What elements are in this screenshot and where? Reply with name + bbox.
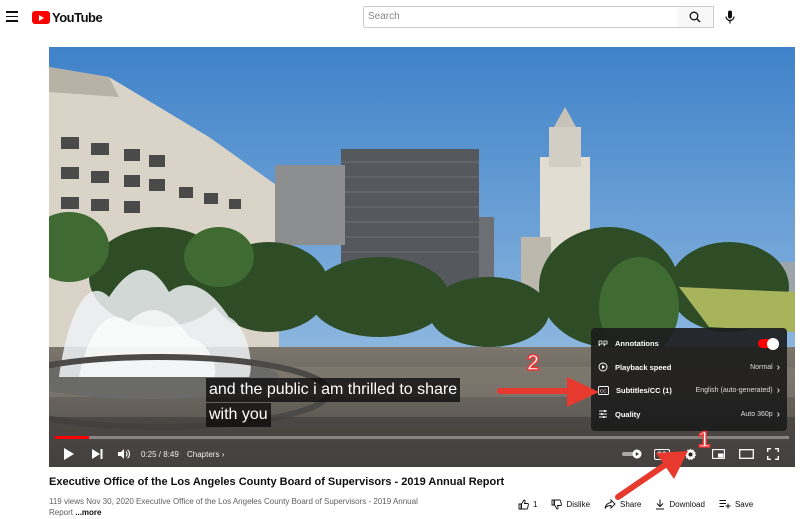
hamburger-menu-icon[interactable]	[6, 11, 18, 22]
play-icon	[64, 448, 74, 460]
settings-item-value: Normal	[750, 363, 773, 371]
annotation-number-1: 1	[697, 426, 711, 453]
settings-item-label: Quality	[615, 409, 641, 419]
caption-line: with you	[206, 403, 271, 427]
chevron-right-icon: ›	[776, 385, 780, 397]
theater-mode-icon	[738, 449, 754, 459]
chevron-right-icon: ›	[776, 408, 780, 420]
share-label: Share	[620, 499, 642, 509]
annotation-arrow-1	[615, 451, 688, 500]
settings-item-quality[interactable]: Quality Auto 360p ›	[591, 403, 787, 427]
chapters-label: Chapters	[187, 450, 220, 459]
share-icon	[604, 499, 616, 509]
view-count: 119 views	[49, 497, 84, 506]
settings-item-annotations[interactable]: Annotations	[591, 332, 787, 356]
download-icon	[656, 499, 665, 509]
settings-item-subtitles[interactable]: CC Subtitles/CC (1) English (auto-genera…	[591, 379, 787, 403]
annotation-number-2: 2	[526, 349, 540, 376]
fullscreen-button[interactable]	[765, 445, 781, 463]
settings-item-playback-speed[interactable]: Playback speed Normal ›	[591, 356, 787, 380]
save-label: Save	[734, 499, 754, 509]
download-label: Download	[669, 499, 705, 509]
share-button[interactable]: Share	[604, 499, 641, 509]
logo-wordmark: YouTube	[52, 10, 103, 25]
video-player[interactable]: and the public i am thrilled to share wi…	[49, 47, 795, 467]
annotations-toggle[interactable]	[758, 337, 779, 350]
next-button[interactable]	[89, 445, 105, 463]
settings-item-label: Playback speed	[615, 362, 672, 372]
search-button[interactable]	[677, 6, 714, 28]
video-description[interactable]: 119 views Nov 30, 2020 Executive Office …	[49, 496, 419, 518]
masthead: YouTube Search	[0, 0, 802, 36]
chevron-right-icon: ›	[776, 361, 780, 373]
show-more-link[interactable]: ...more	[75, 508, 101, 517]
settings-item-value: English (auto-generated)	[695, 387, 773, 395]
skip-next-icon	[91, 449, 102, 459]
progress-bar[interactable]	[55, 436, 789, 439]
save-button[interactable]: Save	[719, 499, 753, 509]
annotations-icon	[598, 340, 608, 346]
volume-button[interactable]	[116, 445, 132, 463]
settings-item-label: Annotations	[615, 339, 659, 349]
time-display: 0:25 / 8:49	[141, 450, 179, 459]
like-count: 1	[533, 499, 538, 509]
chapters-button[interactable]: Chapters ›	[187, 450, 224, 459]
fullscreen-icon	[767, 448, 779, 460]
theater-mode-button[interactable]	[737, 445, 755, 463]
voice-search-button[interactable]	[722, 8, 738, 26]
caption-line: and the public i am thrilled to share	[206, 378, 461, 402]
settings-menu: Annotations Playback speed Normal › CC S…	[591, 328, 787, 431]
play-button[interactable]	[61, 445, 77, 463]
publish-date: Nov 30, 2020	[86, 497, 134, 506]
youtube-logo[interactable]: YouTube	[32, 10, 103, 25]
miniplayer-icon	[711, 449, 725, 459]
thumbs-down-icon	[552, 499, 563, 509]
search-input[interactable]: Search	[363, 6, 678, 28]
youtube-play-icon	[32, 11, 50, 24]
dislike-button[interactable]: Dislike	[551, 499, 590, 510]
video-actions: 1 Dislike Share Download Save	[518, 497, 767, 511]
like-button[interactable]: 1	[518, 499, 537, 510]
microphone-icon	[725, 10, 735, 24]
dislike-label: Dislike	[566, 499, 591, 509]
settings-item-label: Subtitles/CC (1)	[616, 386, 672, 396]
video-title: Executive Office of the Los Angeles Coun…	[49, 476, 505, 488]
closed-captions: and the public i am thrilled to share wi…	[206, 378, 461, 428]
thumbs-up-icon	[518, 499, 529, 509]
search-icon	[689, 11, 701, 23]
playback-speed-icon	[598, 362, 608, 372]
download-button[interactable]: Download	[655, 499, 705, 510]
settings-item-value: Auto 360p	[740, 410, 773, 418]
miniplayer-button[interactable]	[710, 445, 726, 463]
volume-icon	[118, 449, 130, 459]
playlist-add-icon	[719, 500, 731, 509]
annotation-arrow-2	[497, 377, 599, 407]
progress-fill	[55, 436, 90, 439]
